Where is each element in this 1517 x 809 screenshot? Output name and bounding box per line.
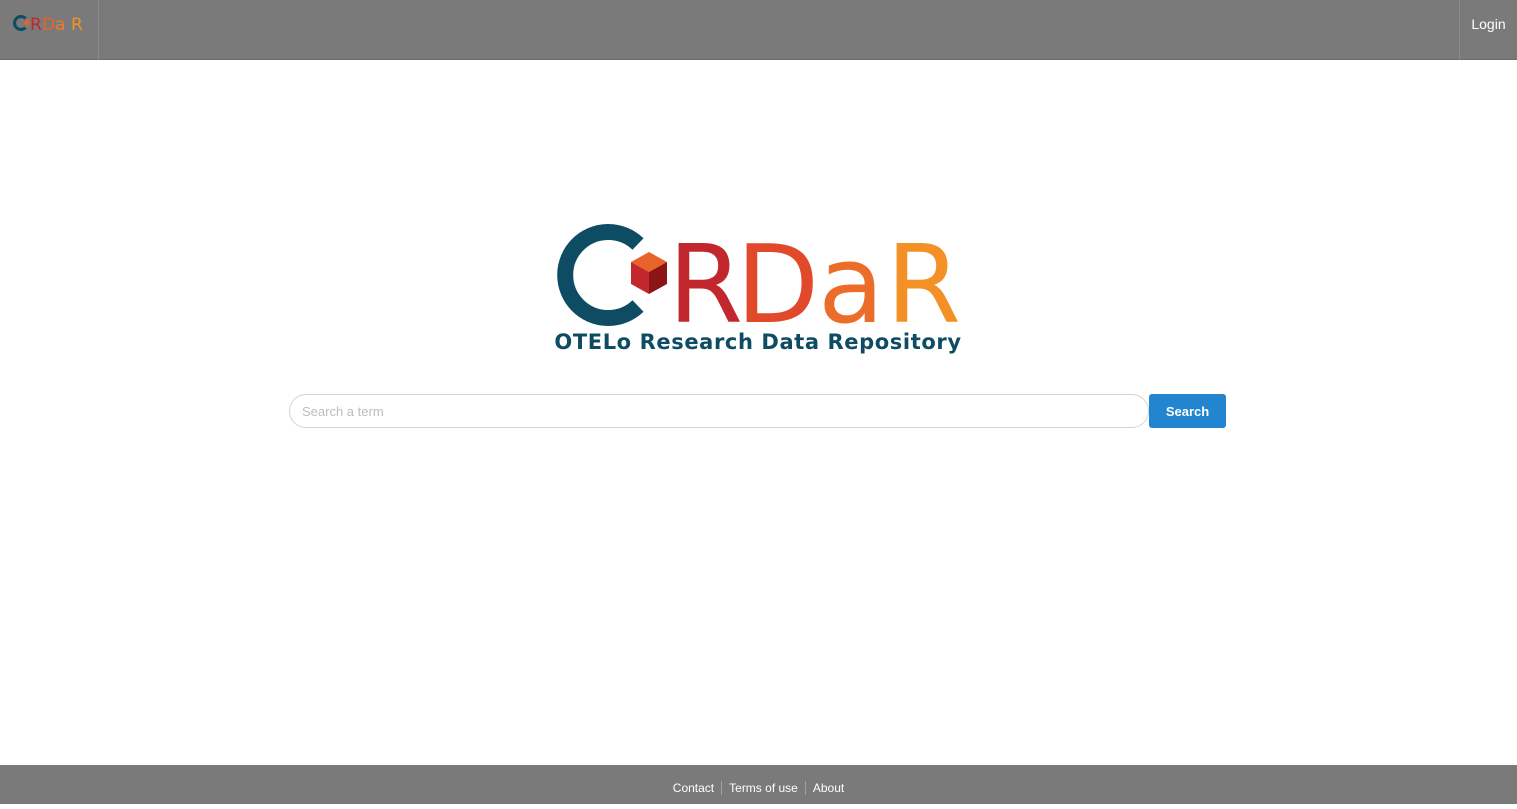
svg-text:R: R [668,223,743,330]
ordar-logo: R D a R [556,222,962,348]
svg-text:D: D [42,15,55,34]
footer-link-terms[interactable]: Terms of use [721,780,805,795]
search-bar: Search [289,394,1226,428]
footer: Contact Terms of use About [0,765,1517,804]
footer-link-about[interactable]: About [804,780,851,795]
search-input[interactable] [289,394,1149,428]
ordar-small-logo: R D a R [13,15,83,34]
brand-logo-link[interactable]: R D a R [0,0,99,60]
svg-text:R: R [30,15,42,34]
svg-text:a: a [55,15,65,34]
top-navbar: R D a R Login [0,0,1517,60]
svg-text:a: a [818,223,884,330]
site-subtitle: OTELo Research Data Repository [554,330,962,354]
svg-text:R: R [886,223,961,330]
svg-text:R: R [71,15,83,34]
svg-text:D: D [736,223,819,330]
login-link[interactable]: Login [1459,0,1517,60]
search-button[interactable]: Search [1149,394,1226,428]
footer-link-contact[interactable]: Contact [666,781,721,795]
